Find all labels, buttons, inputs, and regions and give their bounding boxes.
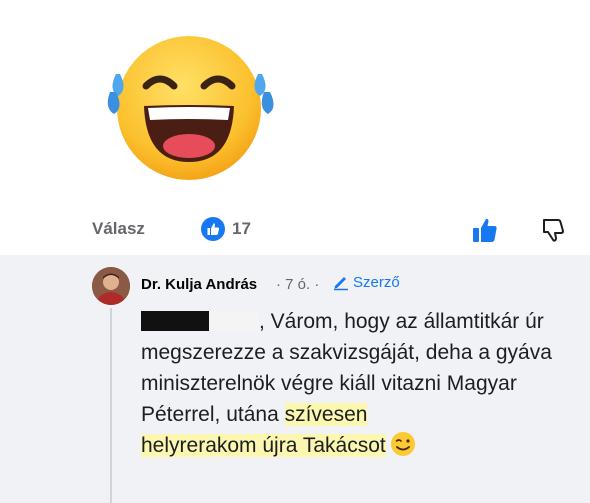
- avatar[interactable]: [92, 267, 130, 305]
- author-badge-label: Szerző: [353, 273, 400, 291]
- like-badge-icon[interactable]: [201, 217, 225, 241]
- post-area: Válasz 17: [0, 0, 590, 255]
- redacted-block: [141, 311, 209, 331]
- reply-button[interactable]: Válasz: [92, 219, 145, 239]
- comment-actions: Válasz 17: [0, 210, 590, 250]
- avatar-image: [92, 267, 130, 305]
- author-badge: Szerző: [332, 273, 400, 291]
- tears-of-joy-emoji: [107, 36, 274, 180]
- pencil-icon: [334, 277, 348, 291]
- highlighted-text-2: helyrerakom újra Takácsot: [141, 434, 386, 457]
- winking-smile-emoji: [390, 432, 415, 456]
- thumb-up-icon[interactable]: [471, 216, 499, 244]
- author-name[interactable]: Dr. Kulja András: [141, 276, 257, 293]
- like-count: 17: [232, 219, 251, 238]
- timestamp[interactable]: · 7 ó. ·: [276, 276, 319, 293]
- comment-body: , Várom, hogy az államtitkár úr megszere…: [141, 310, 552, 457]
- redacted-block-gray: [209, 311, 259, 331]
- highlighted-text-1: szívesen: [284, 403, 368, 426]
- thumb-down-icon[interactable]: [540, 216, 568, 244]
- thread-line: [110, 308, 112, 503]
